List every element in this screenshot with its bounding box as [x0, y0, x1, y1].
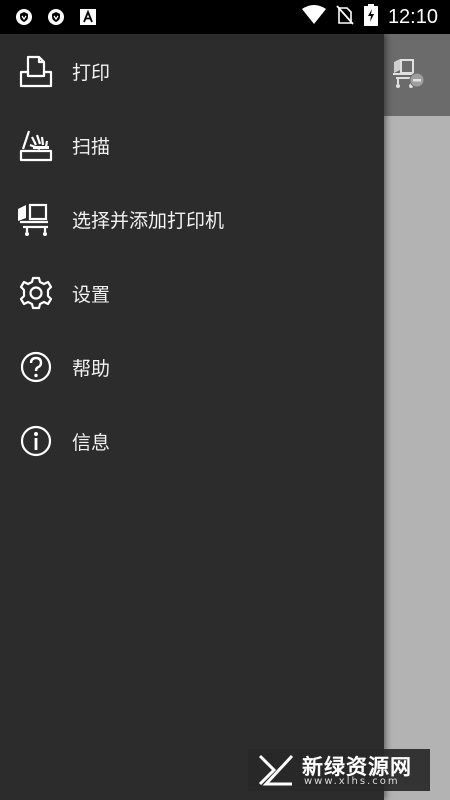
menu-item-label: 设置: [72, 283, 111, 306]
menu-item-settings[interactable]: 设置: [0, 256, 384, 330]
no-sim-icon: [336, 5, 354, 29]
watermark: 新绿资源网 www.xlhs.com: [248, 749, 430, 791]
menu-item-label: 信息: [72, 431, 111, 454]
add-printer-icon: [18, 201, 54, 237]
shield-icon: [14, 7, 34, 27]
gear-icon: [18, 275, 54, 311]
print-icon: [18, 53, 54, 89]
navigation-drawer: 打印 扫描 选择并添加打印机 设置 帮助 信息: [0, 34, 384, 800]
menu-item-print[interactable]: 打印: [0, 34, 384, 108]
printer-disconnected-icon[interactable]: [390, 56, 426, 96]
menu-item-info[interactable]: 信息: [0, 404, 384, 478]
menu-item-label: 选择并添加打印机: [72, 209, 225, 232]
shield-icon: [46, 7, 66, 27]
wifi-icon: [301, 5, 326, 29]
watermark-subtitle: www.xlhs.com: [304, 776, 400, 787]
menu-item-help[interactable]: 帮助: [0, 330, 384, 404]
battery-charging-icon: [363, 4, 378, 30]
scan-icon: [18, 127, 54, 163]
menu-item-label: 帮助: [72, 357, 111, 380]
status-time: 12:10: [387, 5, 438, 28]
menu-item-add-printer[interactable]: 选择并添加打印机: [0, 182, 384, 256]
app-content-scrim[interactable]: [384, 116, 450, 800]
info-icon: [18, 423, 54, 459]
help-icon: [18, 349, 54, 385]
status-bar: 12:10: [0, 0, 450, 34]
app-toolbar: [384, 34, 450, 116]
menu-item-label: 扫描: [72, 135, 111, 158]
watermark-logo-icon: [256, 753, 296, 791]
menu-item-scan[interactable]: 扫描: [0, 108, 384, 182]
font-a-icon: [78, 7, 98, 27]
menu-item-label: 打印: [72, 61, 111, 84]
